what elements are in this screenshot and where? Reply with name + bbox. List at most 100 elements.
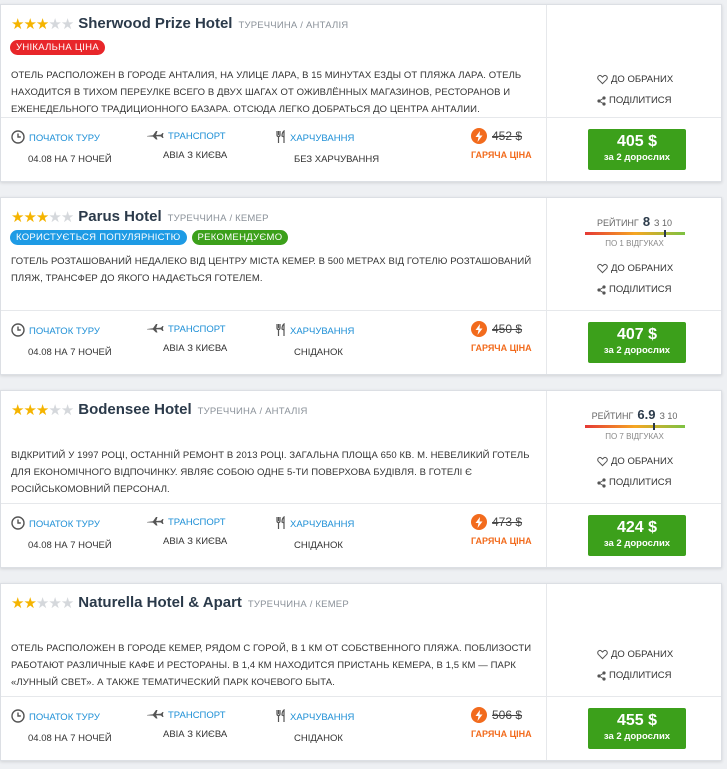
share-label: ПОДІЛИТИСЯ — [609, 477, 672, 488]
rating-reviews[interactable]: ПО 1 ВІДГУКАХ — [547, 239, 722, 248]
hotel-actions: ДО ОБРАНИХ ПОДІЛИТИСЯ — [597, 644, 673, 686]
cutlery-icon — [276, 708, 286, 726]
hotel-list: ★ ★ ★ ★ ★ Sherwood Prize Hotel ТУРЕЧЧИНА / АНТ… — [0, 0, 727, 769]
hot-price-block: 450 $ ГАРЯЧА ЦІНА — [471, 321, 535, 353]
price-panel: 405 $ за 2 дорослих — [546, 118, 721, 181]
hotel-name[interactable]: Naturella Hotel & Apart — [78, 594, 242, 611]
tour-start-label: ПОЧАТОК ТУРУ — [29, 519, 100, 530]
old-price: 473 $ — [492, 515, 523, 529]
price-button[interactable]: 405 $ за 2 дорослих — [588, 129, 686, 170]
hot-price-label: ГАРЯЧА ЦІНА — [471, 150, 532, 160]
star-icon: ★ — [48, 209, 61, 226]
rating-value: 8 — [642, 214, 651, 229]
hotel-name[interactable]: Parus Hotel — [78, 208, 161, 225]
share-label: ПОДІЛИТИСЯ — [609, 284, 672, 295]
tour-start-link[interactable]: ПОЧАТОК ТУРУ — [11, 709, 112, 726]
hotel-side-panel: РЕЙТИНГ 6.9 З 10 ПО 7 ВІДГУКАХ ДО ОБРАНИХ ПОД… — [546, 391, 721, 504]
hotel-card-footer: ПОЧАТОК ТУРУ 04.08 НА 7 НОЧЕЙ ТРАНСПОРТ АВІ… — [1, 118, 721, 181]
hotel-description: ГОТЕЛЬ РОЗТАШОВАНИЙ НЕДАЛЕКО ВІД ЦЕНТРУ … — [11, 256, 532, 284]
hotel-title-row: ★ ★ ★ ★ ★ Naturella Hotel & Apart ТУРЕЧЧИНА / … — [11, 594, 349, 611]
hotel-title-row: ★ ★ ★ ★ ★ Bodensee Hotel ТУРЕЧЧИНА / АНТАЛІЯ — [11, 401, 308, 418]
transport-link[interactable]: ТРАНСПОРТ — [146, 516, 227, 529]
tour-start-info: ПОЧАТОК ТУРУ 04.08 НА 7 НОЧЕЙ — [11, 323, 112, 358]
meals-info: ХАРЧУВАННЯ СНІДАНОК — [276, 708, 354, 744]
star-rating: ★ ★ ★ ★ ★ — [11, 16, 74, 33]
share-button[interactable]: ПОДІЛИТИСЯ — [597, 472, 673, 493]
transport-link[interactable]: ТРАНСПОРТ — [146, 130, 227, 143]
hot-price-label: ГАРЯЧА ЦІНА — [471, 729, 532, 739]
tour-start-link[interactable]: ПОЧАТОК ТУРУ — [11, 130, 112, 147]
badge-row: КОРИСТУЄТЬСЯ ПОПУЛЯРНІСТЮ РЕКОМЕНДУЄМО — [10, 230, 289, 245]
star-icon: ★ — [60, 16, 74, 33]
hot-price-label: ГАРЯЧА ЦІНА — [471, 536, 532, 546]
transport-info: ТРАНСПОРТ АВІА З КИЄВА — [146, 323, 227, 354]
tour-start-link[interactable]: ПОЧАТОК ТУРУ — [11, 516, 112, 533]
share-button[interactable]: ПОДІЛИТИСЯ — [597, 665, 673, 686]
rating-line: РЕЙТИНГ 6.9 З 10 — [547, 407, 722, 422]
star-icon: ★ — [11, 402, 24, 419]
price-subtitle: за 2 дорослих — [603, 731, 671, 742]
hotel-card-header: ★ ★ ★ ★ ★ Sherwood Prize Hotel ТУРЕЧЧИНА / АНТ… — [1, 5, 721, 118]
star-icon: ★ — [11, 209, 24, 226]
price-value: 455 $ — [616, 712, 658, 729]
tour-start-link[interactable]: ПОЧАТОК ТУРУ — [11, 323, 112, 340]
hotel-card: ★ ★ ★ ★ ★ Sherwood Prize Hotel ТУРЕЧЧИНА / АНТ… — [0, 4, 722, 182]
old-price: 450 $ — [492, 322, 523, 336]
hot-price-block: 506 $ ГАРЯЧА ЦІНА — [471, 707, 535, 739]
heart-icon — [597, 263, 608, 274]
star-icon: ★ — [60, 595, 74, 612]
share-button[interactable]: ПОДІЛИТИСЯ — [597, 279, 673, 300]
tour-start-label: ПОЧАТОК ТУРУ — [29, 712, 100, 723]
meals-label: ХАРЧУВАННЯ — [290, 519, 355, 530]
add-to-favorites-button[interactable]: ДО ОБРАНИХ — [597, 69, 673, 90]
hotel-name[interactable]: Sherwood Prize Hotel — [78, 15, 232, 32]
meals-label: ХАРЧУВАННЯ — [290, 326, 355, 337]
star-rating: ★ ★ ★ ★ ★ — [11, 595, 74, 612]
transport-value: АВІА З КИЄВА — [163, 536, 228, 547]
favorites-label: ДО ОБРАНИХ — [611, 456, 674, 467]
hotel-name[interactable]: Bodensee Hotel — [78, 401, 191, 418]
hotel-card-footer: ПОЧАТОК ТУРУ 04.08 НА 7 НОЧЕЙ ТРАНСПОРТ АВІ… — [1, 697, 721, 760]
lightning-icon — [471, 514, 487, 530]
transport-label: ТРАНСПОРТ — [168, 324, 226, 335]
favorites-label: ДО ОБРАНИХ — [611, 263, 674, 274]
clock-icon — [11, 130, 25, 147]
add-to-favorites-button[interactable]: ДО ОБРАНИХ — [597, 451, 673, 472]
tour-start-label: ПОЧАТОК ТУРУ — [29, 326, 100, 337]
clock-icon — [11, 323, 25, 340]
meals-link[interactable]: ХАРЧУВАННЯ — [276, 322, 355, 340]
share-icon — [597, 670, 606, 681]
star-icon: ★ — [35, 402, 49, 419]
transport-info: ТРАНСПОРТ АВІА З КИЄВА — [146, 130, 227, 161]
hotel-card: ★ ★ ★ ★ ★ Parus Hotel ТУРЕЧЧИНА / КЕМЕР КОРИСТУ… — [0, 197, 722, 375]
price-button[interactable]: 455 $ за 2 дорослих — [588, 708, 686, 749]
transport-value: АВІА З КИЄВА — [163, 343, 228, 354]
price-value: 407 $ — [616, 326, 658, 343]
share-button[interactable]: ПОДІЛИТИСЯ — [597, 90, 673, 111]
hotel-card-footer: ПОЧАТОК ТУРУ 04.08 НА 7 НОЧЕЙ ТРАНСПОРТ АВІ… — [1, 311, 721, 374]
star-rating: ★ ★ ★ ★ ★ — [11, 402, 74, 419]
add-to-favorites-button[interactable]: ДО ОБРАНИХ — [597, 258, 673, 279]
price-button[interactable]: 424 $ за 2 дорослих — [588, 515, 686, 556]
rating-label: РЕЙТИНГ — [591, 411, 634, 421]
transport-link[interactable]: ТРАНСПОРТ — [146, 323, 227, 336]
transport-label: ТРАНСПОРТ — [168, 710, 226, 721]
meals-link[interactable]: ХАРЧУВАННЯ — [276, 708, 354, 726]
meals-link[interactable]: ХАРЧУВАННЯ — [276, 515, 355, 533]
share-icon — [597, 477, 606, 488]
meals-value: СНІДАНОК — [294, 733, 343, 744]
meals-link[interactable]: ХАРЧУВАННЯ — [276, 129, 379, 147]
transport-link[interactable]: ТРАНСПОРТ — [146, 709, 227, 722]
star-icon: ★ — [35, 209, 49, 226]
hotel-card: ★ ★ ★ ★ ★ Bodensee Hotel ТУРЕЧЧИНА / АНТАЛІЯ ВІ… — [0, 390, 722, 568]
hotel-side-panel: ДО ОБРАНИХ ПОДІЛИТИСЯ — [546, 584, 721, 697]
meals-value: СНІДАНОК — [294, 540, 343, 551]
tour-start-value: 04.08 НА 7 НОЧЕЙ — [28, 733, 112, 744]
rating-bar-marker — [663, 230, 666, 237]
cutlery-icon — [276, 322, 286, 340]
clock-icon — [11, 709, 25, 726]
price-button[interactable]: 407 $ за 2 дорослих — [588, 322, 686, 363]
rating-reviews[interactable]: ПО 7 ВІДГУКАХ — [547, 432, 722, 441]
add-to-favorites-button[interactable]: ДО ОБРАНИХ — [597, 644, 673, 665]
price-subtitle: за 2 дорослих — [603, 152, 671, 163]
